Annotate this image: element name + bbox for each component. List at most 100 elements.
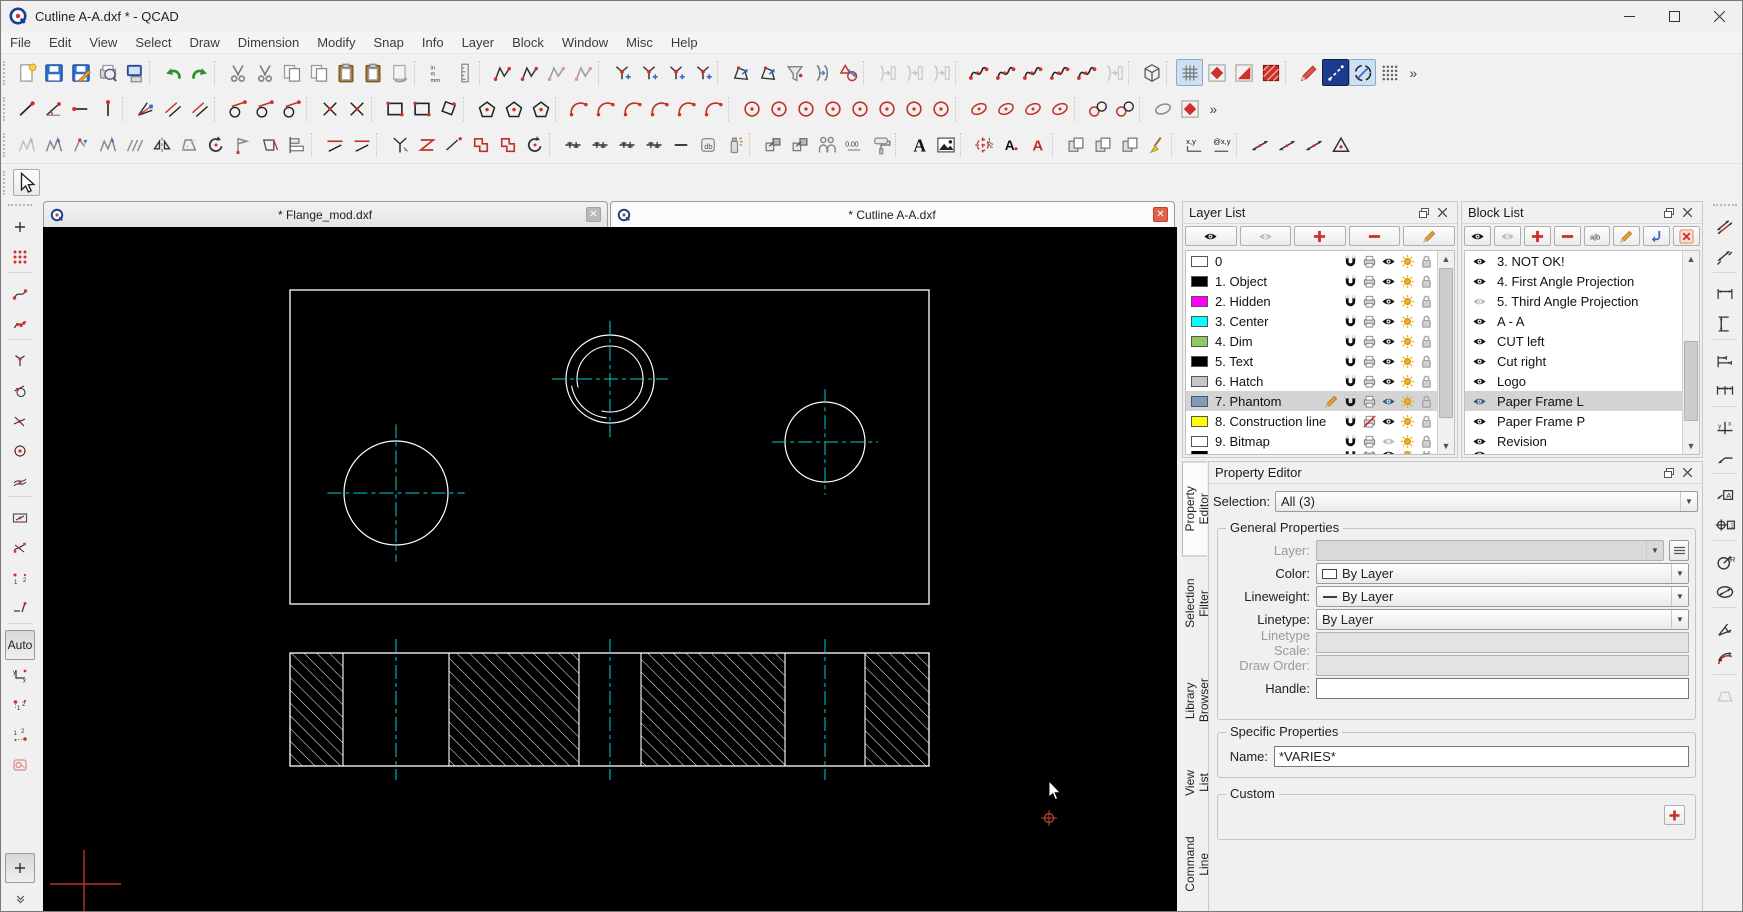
toolbar-drag-handle[interactable] <box>3 61 11 85</box>
ruler-icon[interactable] <box>451 59 478 86</box>
plus-btn-icon[interactable] <box>5 853 35 883</box>
drawing-canvas[interactable] <box>43 227 1177 912</box>
minimize-button[interactable] <box>1607 1 1652 31</box>
show-all-layers-button[interactable] <box>1185 226 1237 246</box>
hatch-x-icon[interactable] <box>1203 59 1230 86</box>
visibility-eye-icon[interactable] <box>1470 314 1489 329</box>
dim-angular-icon[interactable] <box>1710 614 1740 644</box>
dim-horizontal-icon[interactable] <box>1710 279 1740 309</box>
poly-offset-icon[interactable] <box>754 59 781 86</box>
dim-baseline-icon[interactable] <box>1710 346 1740 376</box>
selection-combo[interactable]: All (3) ▼ <box>1275 491 1698 512</box>
lock-icon[interactable] <box>1417 294 1436 309</box>
overflow-icon[interactable]: » <box>1203 96 1230 123</box>
lock-icon[interactable] <box>1417 414 1436 429</box>
layer-color-swatch[interactable] <box>1191 316 1208 327</box>
snap-magnet-icon[interactable] <box>1341 394 1360 409</box>
layer-color-swatch[interactable] <box>1191 256 1208 267</box>
visibility-eye-icon[interactable] <box>1379 254 1398 269</box>
edit-layer-button[interactable] <box>1403 226 1455 246</box>
copy-icon[interactable] <box>278 59 305 86</box>
scroll-down-icon[interactable]: ▼ <box>1683 438 1699 454</box>
tangent-2-icon[interactable] <box>251 96 278 123</box>
dim-label-icon[interactable]: A <box>1710 480 1740 510</box>
measure-1-icon[interactable] <box>1246 132 1273 159</box>
sun-icon[interactable] <box>1398 451 1417 455</box>
revert-icon[interactable] <box>386 59 413 86</box>
layer-row[interactable]: 3. Center <box>1186 311 1454 331</box>
snap-perp-icon[interactable] <box>5 346 35 376</box>
move-copy2-icon[interactable] <box>786 132 813 159</box>
undo-icon[interactable] <box>159 59 186 86</box>
dim-aligned-icon[interactable] <box>1710 212 1740 242</box>
close-button[interactable] <box>1697 1 1742 31</box>
lock-icon[interactable] <box>1417 334 1436 349</box>
circle-5-icon[interactable] <box>846 96 873 123</box>
layer-color-swatch[interactable] <box>1191 336 1208 347</box>
move-ref-icon[interactable] <box>67 132 94 159</box>
print-icon[interactable] <box>1360 254 1379 269</box>
menu-view[interactable]: View <box>80 32 126 53</box>
line-vert-icon[interactable] <box>94 96 121 123</box>
selection-arrow-icon[interactable] <box>13 169 40 196</box>
circle-6-icon[interactable] <box>873 96 900 123</box>
arc-2-icon[interactable] <box>592 96 619 123</box>
lock-icon[interactable] <box>1417 374 1436 389</box>
save-icon[interactable] <box>40 59 67 86</box>
layer-color-swatch[interactable] <box>1191 451 1208 455</box>
text-icon[interactable]: A <box>905 132 932 159</box>
lock-icon[interactable] <box>1417 354 1436 369</box>
layer-row[interactable]: 5. Text <box>1186 351 1454 371</box>
visibility-eye-icon[interactable] <box>1470 334 1489 349</box>
align-icon[interactable] <box>283 132 310 159</box>
text-red-icon[interactable]: A <box>1024 132 1051 159</box>
roller-icon[interactable] <box>867 132 894 159</box>
polyline-append-icon[interactable] <box>516 59 543 86</box>
toolbar-drag-handle[interactable] <box>3 171 11 195</box>
layer-list-close-icon[interactable] <box>1433 205 1451 221</box>
tangent-1-icon[interactable] <box>224 96 251 123</box>
snap-mid12-icon[interactable]: 12 <box>5 563 35 593</box>
print-icon[interactable] <box>1360 394 1379 409</box>
sun-icon[interactable] <box>1398 414 1417 429</box>
point-marks-icon[interactable]: 12 <box>970 132 997 159</box>
line-par-icon[interactable] <box>186 96 213 123</box>
sun-icon[interactable] <box>1398 434 1417 449</box>
overflow-icon[interactable]: » <box>1403 59 1430 86</box>
maximize-button[interactable] <box>1652 1 1697 31</box>
menu-draw[interactable]: Draw <box>180 32 228 53</box>
copy-ref-icon[interactable] <box>305 59 332 86</box>
edit-block-button[interactable] <box>1613 226 1640 246</box>
cut-ref-icon[interactable] <box>251 59 278 86</box>
property-editor-close-icon[interactable] <box>1678 465 1696 481</box>
node-add-icon[interactable] <box>608 59 635 86</box>
visibility-eye-icon[interactable] <box>1470 374 1489 389</box>
node-del-icon[interactable] <box>662 59 689 86</box>
order-2-icon[interactable] <box>1089 132 1116 159</box>
hatch-solid-icon[interactable] <box>1257 59 1284 86</box>
tangent-orth-icon[interactable] <box>278 96 305 123</box>
layer-color-swatch[interactable] <box>1191 436 1208 447</box>
cut-icon[interactable] <box>224 59 251 86</box>
menu-snap[interactable]: Snap <box>365 32 413 53</box>
divide-3-icon[interactable] <box>613 132 640 159</box>
pencil-red-icon[interactable] <box>1295 59 1322 86</box>
tab-close-icon[interactable]: ✕ <box>586 207 601 222</box>
circle-8-icon[interactable] <box>927 96 954 123</box>
block-row[interactable]: Cut right <box>1465 351 1699 371</box>
layer-row[interactable]: 4. Dim <box>1186 331 1454 351</box>
layer-row[interactable]: 8. Construction line <box>1186 411 1454 431</box>
lengthen-z-icon[interactable] <box>413 132 440 159</box>
print-icon[interactable] <box>1360 374 1379 389</box>
snap-grid-icon[interactable] <box>5 242 35 272</box>
visibility-eye-icon[interactable] <box>1379 334 1398 349</box>
redo-icon[interactable] <box>186 59 213 86</box>
paste-ref-icon[interactable] <box>359 59 386 86</box>
return-to-main-button[interactable] <box>1643 226 1670 246</box>
layer-color-swatch[interactable] <box>1191 356 1208 367</box>
spline-3-icon[interactable] <box>1019 59 1046 86</box>
dim-radial-icon[interactable]: R <box>1710 547 1740 577</box>
lock-icon[interactable] <box>1417 451 1436 455</box>
spline-5-icon[interactable] <box>1073 59 1100 86</box>
menu-block[interactable]: Block <box>503 32 553 53</box>
